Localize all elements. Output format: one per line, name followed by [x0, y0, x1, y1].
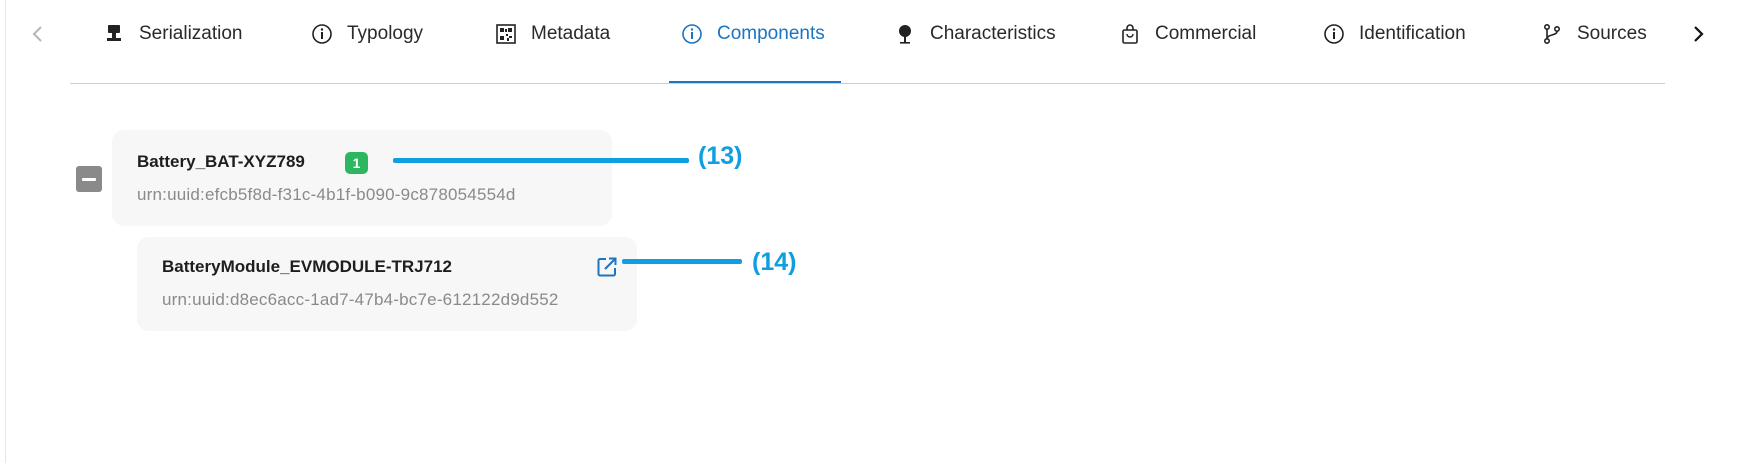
tab-commercial[interactable]: Commercial	[1119, 14, 1256, 54]
tab-identification[interactable]: Identification	[1323, 14, 1466, 54]
component-title: BatteryModule_EVMODULE-TRJ712	[162, 257, 453, 276]
annotation-label-14: (14)	[752, 248, 797, 276]
tab-label: Serialization	[139, 23, 243, 44]
tab-label: Sources	[1577, 23, 1647, 44]
branch-icon	[1541, 23, 1563, 45]
info-circle-icon	[681, 23, 703, 45]
tab-sources[interactable]: Sources	[1541, 14, 1647, 54]
chevron-right-icon	[1694, 26, 1704, 42]
open-external-link-button[interactable]	[595, 255, 619, 279]
tab-characteristics[interactable]: Characteristics	[894, 14, 1056, 54]
component-urn: urn:uuid:d8ec6acc-1ad7-47b4-bc7e-612122d…	[162, 290, 559, 309]
tab-label: Metadata	[531, 23, 611, 44]
tab-label: Components	[717, 23, 825, 44]
tab-metadata[interactable]: Metadata	[495, 14, 610, 54]
tabs-scroll-right-button[interactable]	[1682, 18, 1714, 50]
info-circle-icon	[311, 23, 333, 45]
tab-typology[interactable]: Typology	[311, 14, 423, 54]
annotation-label-13: (13)	[698, 142, 743, 170]
component-card-root: Battery_BAT-XYZ789 urn:uuid:efcb5f8d-f31…	[112, 130, 612, 226]
child-count-badge: 1	[345, 152, 368, 174]
tabs-divider	[70, 83, 1665, 84]
tab-label: Typology	[347, 23, 424, 44]
tabs-scroll-left-button[interactable]	[22, 18, 54, 50]
tab-components[interactable]: Components	[681, 14, 825, 54]
collapse-toggle-button[interactable]	[76, 166, 102, 192]
minus-icon	[82, 177, 96, 181]
shopping-bag-icon	[1119, 23, 1141, 45]
external-link-icon	[597, 257, 617, 277]
annotation-line-14	[622, 259, 742, 264]
stamp-icon	[103, 23, 125, 45]
component-card-child: BatteryModule_EVMODULE-TRJ712 urn:uuid:d…	[137, 237, 637, 331]
tab-label: Characteristics	[930, 23, 1056, 44]
tab-bar: Serialization Typology Metadata Componen…	[0, 0, 1752, 84]
pin-icon	[894, 23, 916, 45]
component-urn: urn:uuid:efcb5f8d-f31c-4b1f-b090-9c87805…	[137, 185, 516, 204]
chevron-left-icon	[32, 26, 42, 42]
info-circle-icon	[1323, 23, 1345, 45]
qr-code-icon	[495, 23, 517, 45]
component-title: Battery_BAT-XYZ789	[137, 152, 305, 171]
tab-label: Identification	[1359, 23, 1466, 44]
tab-serialization[interactable]: Serialization	[103, 14, 243, 54]
tab-label: Commercial	[1155, 23, 1257, 44]
annotation-line-13	[393, 158, 689, 163]
